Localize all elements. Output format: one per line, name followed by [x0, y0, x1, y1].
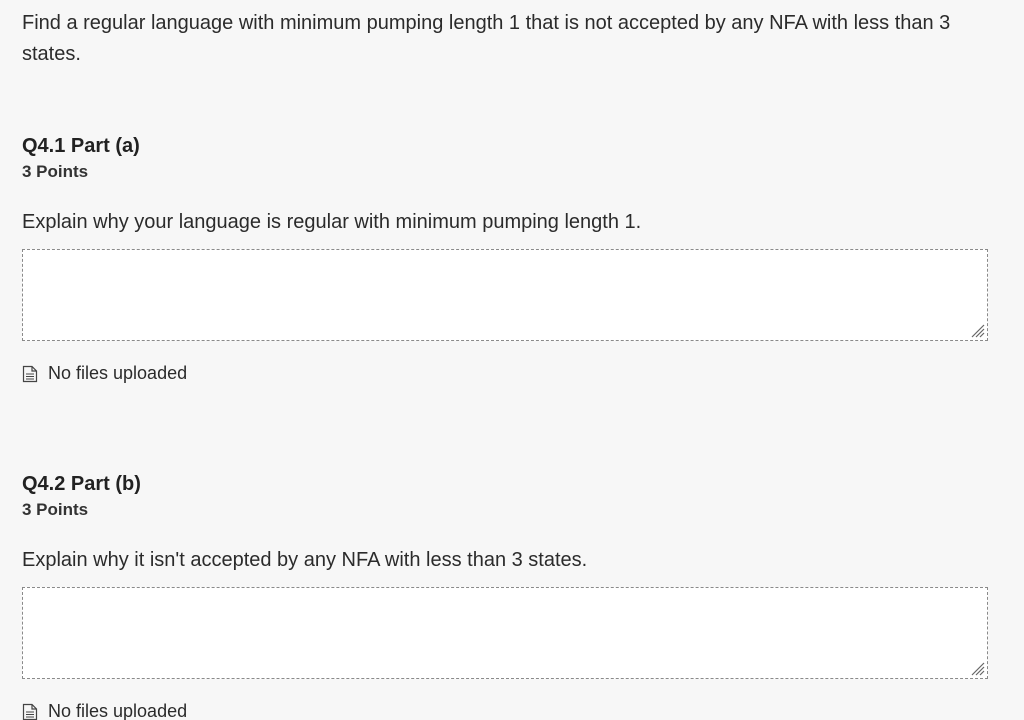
answer-textarea[interactable]	[23, 588, 987, 678]
file-upload-status: No files uploaded	[22, 701, 990, 720]
question-prompt: Explain why it isn't accepted by any NFA…	[22, 549, 588, 571]
resize-grip-icon[interactable]	[966, 657, 986, 677]
question-intro-text: Find a regular language with minimum pum…	[22, 12, 951, 65]
answer-box[interactable]	[22, 249, 988, 341]
question-page: Find a regular language with minimum pum…	[0, 0, 1024, 720]
question-prompt: Explain why your language is regular wit…	[22, 211, 642, 233]
answer-textarea[interactable]	[23, 250, 987, 340]
file-document-icon	[22, 365, 38, 382]
file-document-icon	[22, 703, 38, 720]
question-part-a: Q4.1 Part (a) 3 Points Explain why your …	[22, 133, 990, 384]
question-title: Q4.2 Part (b)	[22, 473, 141, 495]
question-title: Q4.1 Part (a)	[22, 135, 140, 157]
resize-grip-icon[interactable]	[966, 319, 986, 339]
files-status-label: No files uploaded	[48, 701, 188, 720]
file-upload-status: No files uploaded	[22, 363, 990, 384]
question-points: 3 Points	[22, 162, 89, 181]
question-points: 3 Points	[22, 500, 89, 519]
files-status-label: No files uploaded	[48, 363, 188, 383]
question-part-b: Q4.2 Part (b) 3 Points Explain why it is…	[22, 471, 990, 720]
answer-box[interactable]	[22, 587, 988, 679]
